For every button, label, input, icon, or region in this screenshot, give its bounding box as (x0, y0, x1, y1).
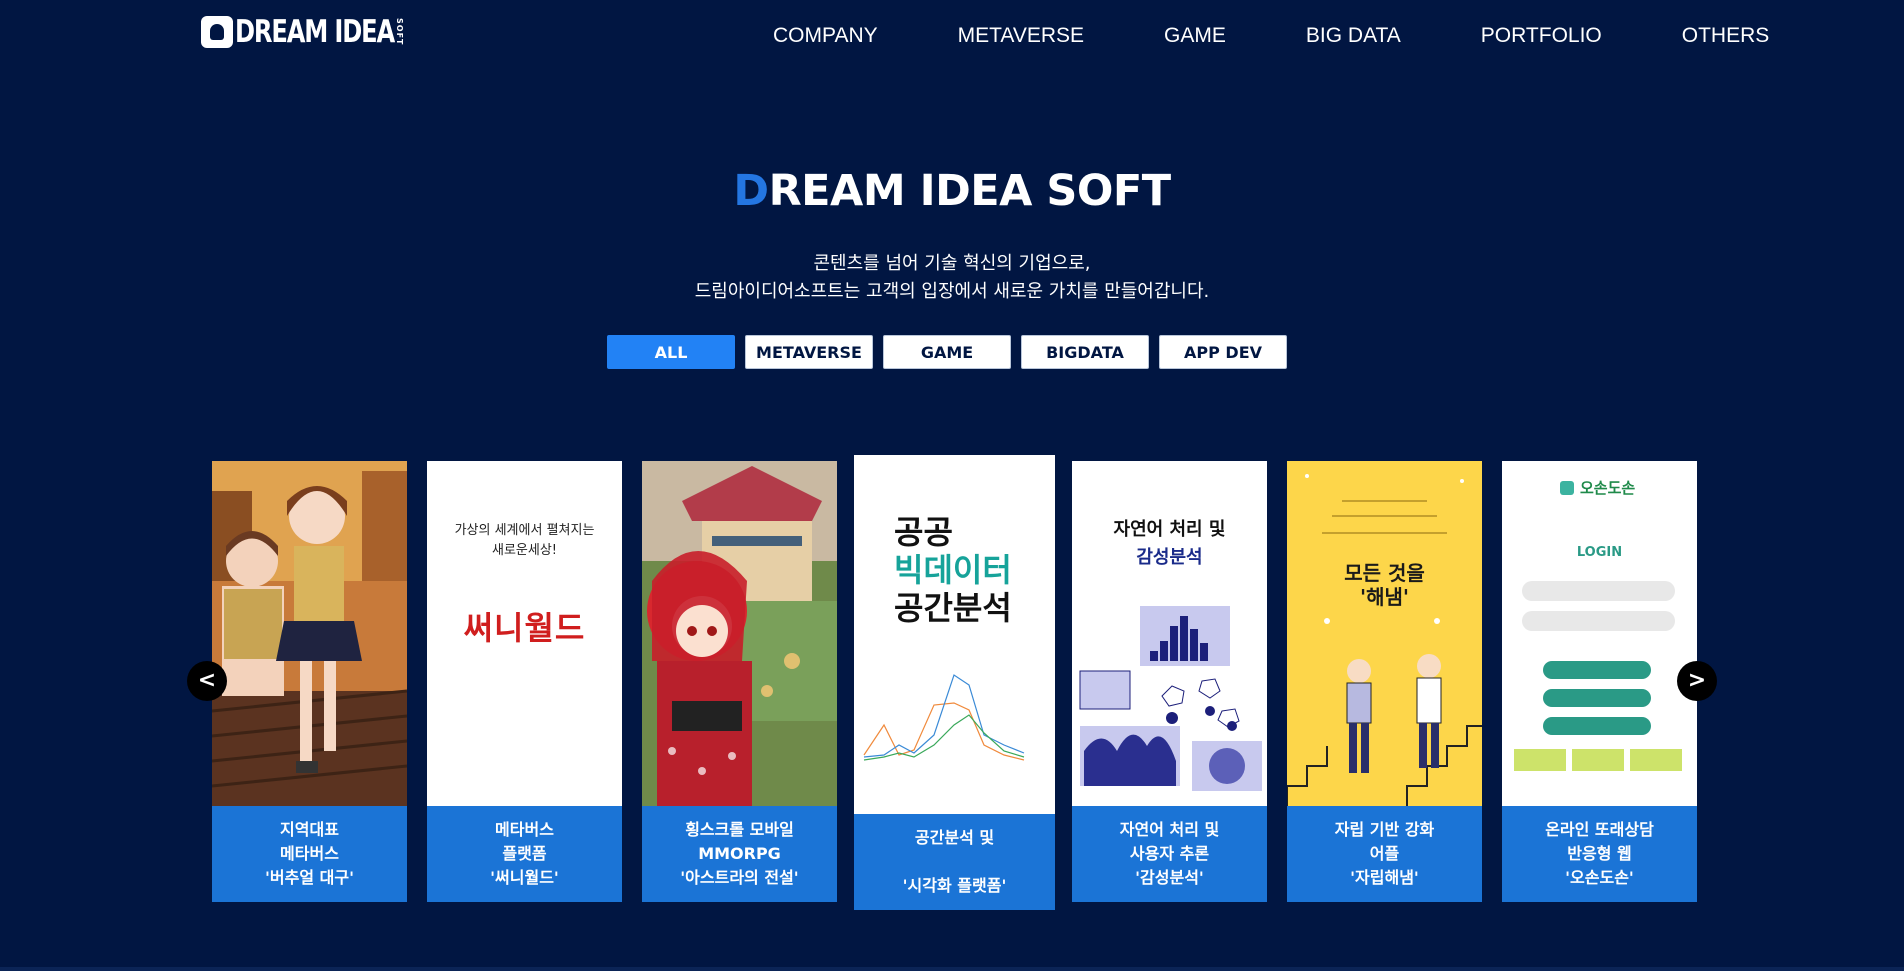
logo[interactable]: DREAM IDEA SOFT (201, 14, 439, 50)
hero-title-rest: REAM IDEA SOFT (768, 166, 1172, 216)
portfolio-card-spatial-bigdata[interactable]: 공공 빅데이터 공간분석 공간분석 및 '시각화 플랫폼' (854, 455, 1055, 910)
nav-big-data[interactable]: BIG DATA (1306, 22, 1401, 50)
card-image-title: 써니월드 (463, 609, 586, 647)
card-image: 공공 빅데이터 공간분석 (854, 455, 1055, 810)
analysis-illustration (1079, 606, 1262, 791)
mock-tile (1630, 749, 1682, 771)
caption-line: MMORPG (698, 844, 781, 863)
caption-line: '오손도손' (1565, 868, 1634, 887)
nav-portfolio[interactable]: PORTFOLIO (1481, 22, 1602, 50)
caption-line: 메타버스 (280, 844, 339, 863)
caption-line: '아스트라의 전설' (680, 868, 799, 887)
caption-line: '감성분석' (1135, 868, 1204, 887)
osondoson-logo-icon (1560, 481, 1574, 495)
portfolio-card-osondoson[interactable]: 오손도손 LOGIN 온라인 또래상담 반응형 웹 '오손도손' (1502, 461, 1697, 902)
hero-subtitle: 콘텐츠를 넘어 기술 혁신의 기업으로, 드림아이디어소프트는 고객의 입장에서… (0, 250, 1904, 306)
category-filters: ALL METAVERSE GAME BIGDATA APP DEV (607, 335, 1287, 369)
nav-company[interactable]: COMPANY (773, 22, 878, 50)
caption-line: '자립해냄' (1350, 868, 1419, 887)
card-caption: 자립 기반 강화 어플 '자립해냄' (1287, 806, 1482, 902)
mock-input (1522, 581, 1675, 601)
card-caption: 메타버스 플랫폼 '써니월드' (427, 806, 622, 902)
card-caption: 공간분석 및 '시각화 플랫폼' (854, 814, 1055, 910)
caption-line: 자연어 처리 및 (1119, 820, 1220, 839)
filter-metaverse[interactable]: METAVERSE (745, 335, 873, 369)
caption-line: 메타버스 (495, 820, 554, 839)
caption-line: '버추얼 대구' (265, 868, 354, 887)
mock-button (1543, 717, 1651, 735)
filter-bigdata[interactable]: BIGDATA (1021, 335, 1149, 369)
nav-metaverse[interactable]: METAVERSE (958, 22, 1084, 50)
logo-mark-icon (201, 16, 233, 48)
hero-subtitle-line1: 콘텐츠를 넘어 기술 혁신의 기업으로, (813, 253, 1091, 274)
hero-title-first-letter: D (733, 166, 769, 216)
portfolio-card-astra[interactable]: 횡스크롤 모바일 MMORPG '아스트라의 전설' (642, 461, 837, 902)
portfolio-card-sunny-world[interactable]: 가상의 세계에서 펼쳐지는 새로운세상! 써니월드 메타버스 플랫폼 '써니월드… (427, 461, 622, 902)
portfolio-card-virtual-daegu[interactable]: 지역대표 메타버스 '버추얼 대구' (212, 461, 407, 902)
card-image: 모든 것을 '해냄' (1287, 461, 1482, 806)
filter-app-dev[interactable]: APP DEV (1159, 335, 1287, 369)
card-image (642, 461, 837, 806)
caption-line: 횡스크롤 모바일 (685, 820, 794, 839)
card-image-text: 감성분석 (1136, 547, 1203, 568)
portfolio-card-sentiment-analysis[interactable]: 자연어 처리 및 감성분석 자연어 처리 및 사용자 추론 '감성분석' (1072, 461, 1267, 902)
card-caption: 횡스크롤 모바일 MMORPG '아스트라의 전설' (642, 806, 837, 902)
caption-line: 지역대표 (280, 820, 339, 839)
caption-line: 반응형 웹 (1567, 844, 1632, 863)
card-image-text: '해냄' (1359, 585, 1410, 609)
caption-line: 온라인 또래상담 (1545, 820, 1654, 839)
logo-text: DREAM IDEA (235, 14, 395, 50)
portfolio-card-self-reliance-app[interactable]: 모든 것을 '해냄' 자립 기반 강화 어플 '자립해냄' (1287, 461, 1482, 902)
logo-sub: SOFT (395, 18, 404, 46)
hero-title: DREAM IDEA SOFT (0, 166, 1904, 216)
main-nav: COMPANY METAVERSE GAME BIG DATA PORTFOLI… (773, 22, 1769, 50)
card-image-text: 빅데이터 (894, 551, 1012, 589)
line-chart-illustration (863, 674, 1025, 761)
mock-tile (1514, 749, 1566, 771)
card-image-text: LOGIN (1576, 545, 1623, 560)
card-caption: 온라인 또래상담 반응형 웹 '오손도손' (1502, 806, 1697, 902)
nav-game[interactable]: GAME (1164, 22, 1226, 50)
caption-line: '써니월드' (490, 868, 559, 887)
carousel-next-button[interactable]: > (1677, 661, 1717, 701)
card-image: 오손도손 LOGIN (1502, 461, 1697, 806)
caption-line: '시각화 플랫폼' (902, 876, 1007, 895)
nav-others[interactable]: OTHERS (1682, 22, 1770, 50)
caption-line: 플랫폼 (502, 844, 547, 863)
card-image: 가상의 세계에서 펼쳐지는 새로운세상! 써니월드 (427, 461, 622, 806)
mock-input (1522, 611, 1675, 631)
caption-line: 사용자 추론 (1129, 844, 1210, 863)
card-image (212, 461, 407, 806)
card-image-text: 오손도손 (1580, 479, 1636, 497)
card-image: 자연어 처리 및 감성분석 (1072, 461, 1267, 806)
card-image-text: 자연어 처리 및 (1113, 519, 1226, 540)
caption-line: 공간분석 및 (914, 828, 995, 847)
card-image-text: 공간분석 (894, 589, 1012, 627)
mock-tile (1572, 749, 1624, 771)
card-image-text: 가상의 세계에서 펼쳐지는 (454, 523, 595, 538)
carousel-prev-button[interactable]: < (187, 661, 227, 701)
mock-button (1543, 661, 1651, 679)
caption-line: 자립 기반 강화 (1334, 820, 1435, 839)
card-image-text: 공공 (894, 513, 953, 551)
bottom-strip (0, 967, 1904, 971)
card-caption: 자연어 처리 및 사용자 추론 '감성분석' (1072, 806, 1267, 902)
filter-game[interactable]: GAME (883, 335, 1011, 369)
filter-all[interactable]: ALL (607, 335, 735, 369)
caption-line: 어플 (1369, 844, 1400, 863)
card-image-text: 새로운세상! (491, 543, 557, 558)
card-caption: 지역대표 메타버스 '버추얼 대구' (212, 806, 407, 902)
hero-subtitle-line2: 드림아이디어소프트는 고객의 입장에서 새로운 가치를 만들어갑니다. (694, 281, 1210, 302)
card-image-text: 모든 것을 (1344, 561, 1425, 585)
mock-button (1543, 689, 1651, 707)
